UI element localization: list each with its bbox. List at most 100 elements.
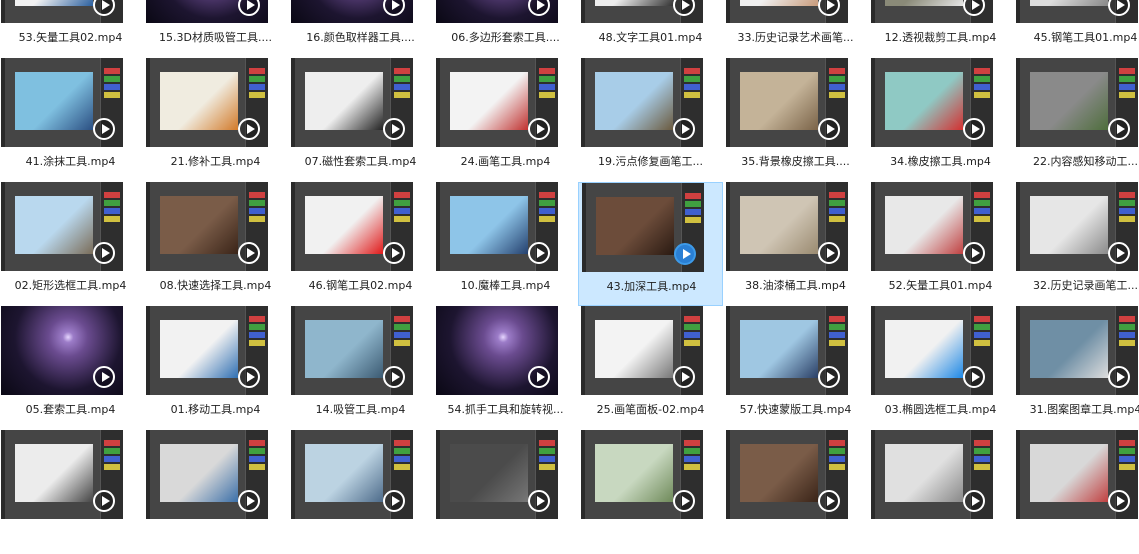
play-icon[interactable] xyxy=(383,366,405,388)
play-icon[interactable] xyxy=(383,242,405,264)
video-thumbnail[interactable] xyxy=(291,58,413,147)
play-icon[interactable] xyxy=(238,0,260,16)
file-item[interactable]: 35.背景橡皮擦工具.... xyxy=(723,58,868,182)
play-icon[interactable] xyxy=(673,118,695,140)
play-icon[interactable] xyxy=(963,118,985,140)
play-icon[interactable] xyxy=(93,242,115,264)
video-thumbnail[interactable] xyxy=(146,58,268,147)
play-icon[interactable] xyxy=(673,366,695,388)
video-thumbnail[interactable] xyxy=(726,58,848,147)
play-icon[interactable] xyxy=(528,0,550,16)
video-thumbnail[interactable] xyxy=(726,0,848,23)
video-thumbnail[interactable] xyxy=(726,430,848,519)
file-item[interactable]: 05.套索工具.mp4 xyxy=(0,306,143,430)
file-item[interactable]: 03.椭圆选框工具.mp4 xyxy=(868,306,1013,430)
play-icon[interactable] xyxy=(383,0,405,16)
file-item[interactable] xyxy=(868,430,1013,554)
video-thumbnail[interactable] xyxy=(871,0,993,23)
video-thumbnail[interactable] xyxy=(581,430,703,519)
video-thumbnail[interactable] xyxy=(1,306,123,395)
video-thumbnail[interactable] xyxy=(582,183,704,272)
file-item[interactable]: 32.历史记录画笔工... xyxy=(1013,182,1139,306)
video-thumbnail[interactable] xyxy=(1016,306,1138,395)
play-icon[interactable] xyxy=(963,490,985,512)
file-item[interactable]: 06.多边形套索工具.... xyxy=(433,0,578,58)
play-icon[interactable] xyxy=(818,490,840,512)
video-thumbnail[interactable] xyxy=(436,430,558,519)
play-icon[interactable] xyxy=(93,366,115,388)
file-item[interactable]: 07.磁性套索工具.mp4 xyxy=(288,58,433,182)
play-icon[interactable] xyxy=(528,490,550,512)
file-item[interactable]: 24.画笔工具.mp4 xyxy=(433,58,578,182)
play-icon[interactable] xyxy=(238,366,260,388)
play-icon[interactable] xyxy=(1108,118,1130,140)
video-thumbnail[interactable] xyxy=(436,58,558,147)
file-item[interactable]: 33.历史记录艺术画笔... xyxy=(723,0,868,58)
file-item[interactable]: 52.矢量工具01.mp4 xyxy=(868,182,1013,306)
play-icon[interactable] xyxy=(1108,242,1130,264)
file-item[interactable]: 53.矢量工具02.mp4 xyxy=(0,0,143,58)
file-item[interactable]: 41.涂抹工具.mp4 xyxy=(0,58,143,182)
play-icon[interactable] xyxy=(1108,490,1130,512)
video-thumbnail[interactable] xyxy=(436,306,558,395)
play-icon[interactable] xyxy=(93,490,115,512)
file-item[interactable]: 25.画笔面板-02.mp4 xyxy=(578,306,723,430)
video-thumbnail[interactable] xyxy=(436,182,558,271)
video-thumbnail[interactable] xyxy=(436,0,558,23)
video-thumbnail[interactable] xyxy=(291,306,413,395)
play-icon[interactable] xyxy=(818,118,840,140)
file-item[interactable]: 57.快速蒙版工具.mp4 xyxy=(723,306,868,430)
file-item[interactable]: 16.颜色取样器工具.... xyxy=(288,0,433,58)
video-thumbnail[interactable] xyxy=(1,430,123,519)
file-item[interactable] xyxy=(723,430,868,554)
play-icon[interactable] xyxy=(238,242,260,264)
video-thumbnail[interactable] xyxy=(871,306,993,395)
video-thumbnail[interactable] xyxy=(871,182,993,271)
video-thumbnail[interactable] xyxy=(726,182,848,271)
video-thumbnail[interactable] xyxy=(1,182,123,271)
video-thumbnail[interactable] xyxy=(1,58,123,147)
play-icon[interactable] xyxy=(528,118,550,140)
play-icon[interactable] xyxy=(963,242,985,264)
file-item[interactable] xyxy=(0,430,143,554)
video-thumbnail[interactable] xyxy=(146,306,268,395)
video-thumbnail[interactable] xyxy=(1016,182,1138,271)
play-icon[interactable] xyxy=(818,366,840,388)
video-thumbnail[interactable] xyxy=(581,0,703,23)
play-icon[interactable] xyxy=(383,490,405,512)
video-thumbnail[interactable] xyxy=(1016,0,1138,23)
file-item[interactable]: 12.透视裁剪工具.mp4 xyxy=(868,0,1013,58)
video-thumbnail[interactable] xyxy=(146,0,268,23)
video-thumbnail[interactable] xyxy=(581,306,703,395)
play-icon[interactable] xyxy=(238,118,260,140)
play-icon[interactable] xyxy=(674,243,696,265)
play-icon[interactable] xyxy=(93,118,115,140)
file-item[interactable] xyxy=(143,430,288,554)
play-icon[interactable] xyxy=(1108,366,1130,388)
video-thumbnail[interactable] xyxy=(581,58,703,147)
file-item[interactable]: 10.魔棒工具.mp4 xyxy=(433,182,578,306)
video-thumbnail[interactable] xyxy=(1016,58,1138,147)
play-icon[interactable] xyxy=(383,118,405,140)
file-item[interactable]: 15.3D材质吸管工具.... xyxy=(143,0,288,58)
file-item[interactable]: 48.文字工具01.mp4 xyxy=(578,0,723,58)
file-item[interactable] xyxy=(288,430,433,554)
play-icon[interactable] xyxy=(528,366,550,388)
video-thumbnail[interactable] xyxy=(146,182,268,271)
video-thumbnail[interactable] xyxy=(291,182,413,271)
file-item[interactable]: 22.内容感知移动工... xyxy=(1013,58,1139,182)
video-thumbnail[interactable] xyxy=(1016,430,1138,519)
video-thumbnail[interactable] xyxy=(871,430,993,519)
file-item[interactable]: 31.图案图章工具.mp4 xyxy=(1013,306,1139,430)
video-thumbnail[interactable] xyxy=(291,0,413,23)
video-thumbnail[interactable] xyxy=(871,58,993,147)
file-item[interactable]: 14.吸管工具.mp4 xyxy=(288,306,433,430)
play-icon[interactable] xyxy=(818,242,840,264)
file-item[interactable] xyxy=(1013,430,1139,554)
video-thumbnail[interactable] xyxy=(1,0,123,23)
play-icon[interactable] xyxy=(528,242,550,264)
file-item[interactable]: 21.修补工具.mp4 xyxy=(143,58,288,182)
file-item[interactable]: 43.加深工具.mp4 xyxy=(578,182,723,306)
file-item[interactable]: 34.橡皮擦工具.mp4 xyxy=(868,58,1013,182)
file-item[interactable]: 45.钢笔工具01.mp4 xyxy=(1013,0,1139,58)
